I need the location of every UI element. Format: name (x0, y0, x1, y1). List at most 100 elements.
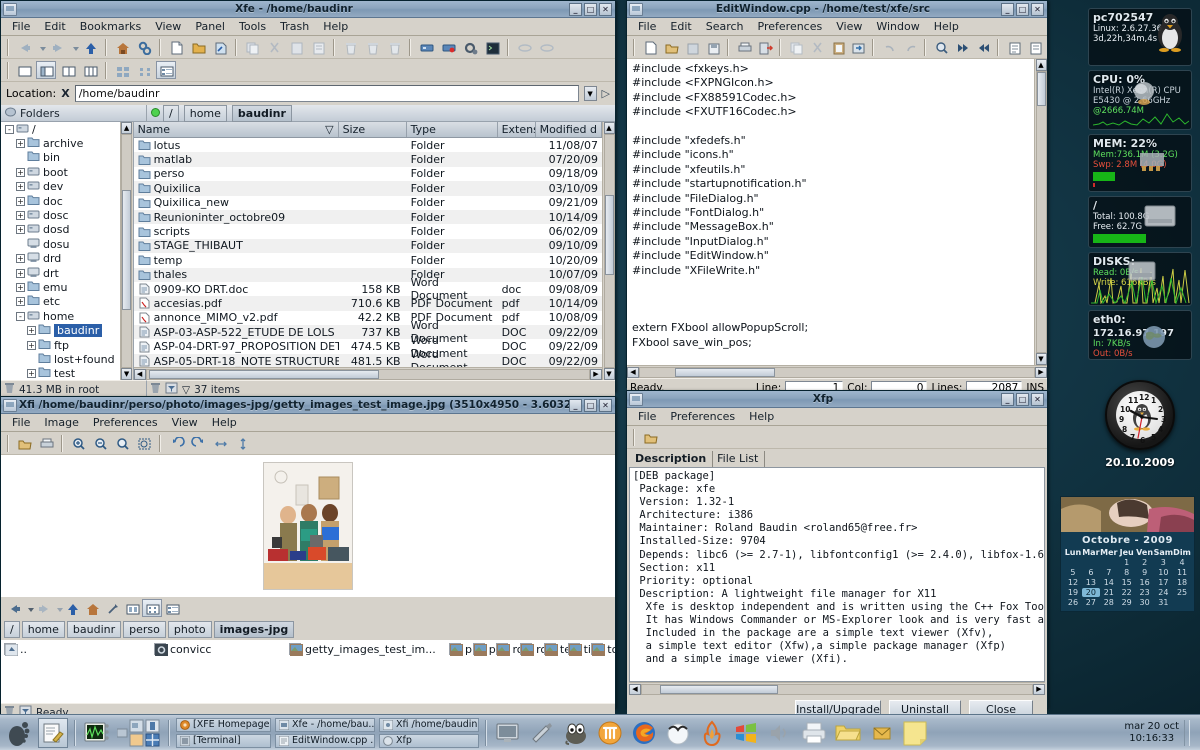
tree-item-baudinr[interactable]: +baudinr (1, 323, 120, 337)
expand-icon[interactable]: + (16, 225, 25, 234)
notes-icon[interactable] (901, 718, 929, 748)
save-icon[interactable] (682, 38, 701, 56)
column-size[interactable]: Size (339, 122, 407, 137)
table-row[interactable]: lotusFolder11/08/07 (134, 138, 602, 152)
file-list-rows[interactable]: lotusFolder11/08/07matlabFolder07/20/09p… (134, 138, 602, 367)
tree-item-emu[interactable]: +emu (1, 280, 120, 294)
zoom-out-icon[interactable] (90, 434, 110, 452)
menu-help[interactable]: Help (927, 19, 966, 34)
minimize-button[interactable]: _ (569, 3, 582, 16)
one-panel-icon[interactable] (14, 61, 34, 79)
tree-item-etc[interactable]: +etc (1, 295, 120, 309)
breadcrumb-home[interactable]: home (22, 621, 65, 638)
scroll-right-button[interactable]: ▶ (590, 369, 602, 380)
scroll-thumb[interactable] (1037, 72, 1046, 106)
list-item[interactable]: getty_images_test_im... (289, 642, 449, 656)
xfi-window[interactable]: Xfi /home/baudinr/perso/photo/images-jpg… (0, 396, 616, 708)
editwindow-window-controls[interactable]: _ □ ✕ (1001, 3, 1045, 16)
big-icons-icon[interactable] (122, 599, 142, 617)
menu-view[interactable]: View (165, 415, 205, 430)
column-modified[interactable]: Modified d (536, 122, 602, 137)
tree-vertical-scrollbar[interactable]: ▲ ▼ (120, 122, 133, 380)
scroll-up-button[interactable]: ▲ (1036, 59, 1047, 71)
back-icon[interactable] (4, 599, 24, 617)
tree-item-dosc[interactable]: +dosc (1, 208, 120, 222)
scroll-right-button[interactable]: ▶ (1033, 684, 1045, 695)
tree-item-archive[interactable]: +archive (1, 136, 120, 150)
editor-horizontal-scrollbar[interactable]: ◀ ▶ (627, 365, 1047, 378)
new-folder-icon[interactable] (188, 38, 208, 56)
task-xfe[interactable]: Xfe - /home/bau... (275, 718, 375, 732)
list-item[interactable]: p1030107.jpeg (473, 642, 497, 656)
search-icon[interactable] (931, 38, 950, 56)
close-button[interactable]: ✕ (599, 399, 612, 412)
scroll-track[interactable] (604, 134, 615, 368)
delete-icon[interactable] (340, 38, 360, 56)
xfi-window-controls[interactable]: _ □ ✕ (569, 399, 613, 412)
tree-item-drt[interactable]: +drt (1, 266, 120, 280)
scroll-track[interactable] (1036, 71, 1047, 353)
scroll-thumb[interactable] (605, 195, 614, 275)
replace-icon[interactable] (848, 38, 867, 56)
redo-icon[interactable] (900, 38, 919, 56)
expand-icon[interactable]: + (16, 197, 25, 206)
minimize-button[interactable]: _ (1001, 393, 1014, 406)
open-icon[interactable] (661, 38, 680, 56)
xfp-window-controls[interactable]: _ □ ✕ (1001, 393, 1045, 406)
mirror-horizontal-icon[interactable] (210, 434, 230, 452)
clock-app-icon[interactable] (663, 718, 693, 748)
editor-text[interactable]: #include <fxkeys.h> #include <FXPNGIcon.… (627, 59, 1034, 365)
scroll-up-button[interactable]: ▲ (121, 122, 132, 134)
terminal-icon[interactable] (482, 38, 502, 56)
volume-icon[interactable] (765, 718, 795, 748)
firefox-icon[interactable] (629, 718, 659, 748)
paste-icon[interactable] (286, 38, 306, 56)
tree-item--[interactable]: -/ (1, 122, 120, 136)
menu-help[interactable]: Help (316, 19, 355, 34)
detail-list-icon[interactable] (162, 599, 182, 617)
table-row[interactable]: matlabFolder07/20/09 (134, 152, 602, 166)
tree-two-panel-icon[interactable] (80, 61, 100, 79)
tools-icon[interactable] (527, 718, 557, 748)
menu-help[interactable]: Help (205, 415, 244, 430)
column-type[interactable]: Type (407, 122, 498, 137)
save-as-icon[interactable] (703, 38, 722, 56)
menu-file[interactable]: File (5, 415, 37, 430)
hscroll-thumb[interactable] (675, 368, 775, 377)
file-list-header[interactable]: Name ▽ Size Type Extensi Modified d (134, 122, 602, 138)
new-icon[interactable] (640, 38, 659, 56)
expand-icon[interactable]: + (27, 369, 36, 378)
tree-item-home[interactable]: -home (1, 309, 120, 323)
print-icon[interactable] (734, 38, 753, 56)
hscroll-track[interactable] (146, 369, 590, 380)
menu-view[interactable]: View (148, 19, 188, 34)
table-row[interactable]: ASP-04-DRT-97_PROPOSITION DETUDE ...474.… (134, 339, 602, 353)
expand-icon[interactable]: + (16, 254, 25, 263)
xfp-menubar[interactable]: File Preferences Help (627, 408, 1047, 426)
table-row[interactable]: 0909-KO DRT.doc158 KBWord Documentdoc09/… (134, 282, 602, 296)
quit-icon[interactable] (755, 38, 774, 56)
xfe-menubar[interactable]: File Edit Bookmarks View Panel Tools Tra… (1, 18, 615, 36)
list-item[interactable]: p1030106.jpg (449, 642, 473, 656)
home-icon[interactable] (82, 599, 102, 617)
paste-icon[interactable] (828, 38, 847, 56)
close-button[interactable]: ✕ (1031, 393, 1044, 406)
location-dropdown-icon[interactable]: ▼ (584, 86, 597, 101)
menu-edit[interactable]: Edit (37, 19, 72, 34)
tree-item-lost-found[interactable]: lost+found (1, 352, 120, 366)
table-row[interactable]: scriptsFolder06/02/09 (134, 224, 602, 238)
xfe-main-toolbar[interactable] (1, 36, 615, 59)
maximize-button[interactable]: □ (1016, 3, 1029, 16)
table-row[interactable]: annonce_MIMO_v2.pdf42.2 KBPDF Documentpd… (134, 311, 602, 325)
workspace-pager[interactable] (116, 718, 162, 748)
detail-list-icon[interactable] (156, 61, 176, 79)
fire-icon[interactable] (697, 718, 727, 748)
properties-icon[interactable] (308, 38, 328, 56)
location-input[interactable]: /home/baudinr (75, 85, 579, 102)
table-row[interactable]: accesias.pdf710.6 KBPDF Documentpdf10/14… (134, 296, 602, 310)
unmount-icon[interactable] (438, 38, 458, 56)
windows-icon[interactable] (731, 718, 761, 748)
xfi-toolbar[interactable] (1, 432, 615, 455)
close-button[interactable]: ✕ (599, 3, 612, 16)
tree-item-dev[interactable]: +dev (1, 180, 120, 194)
